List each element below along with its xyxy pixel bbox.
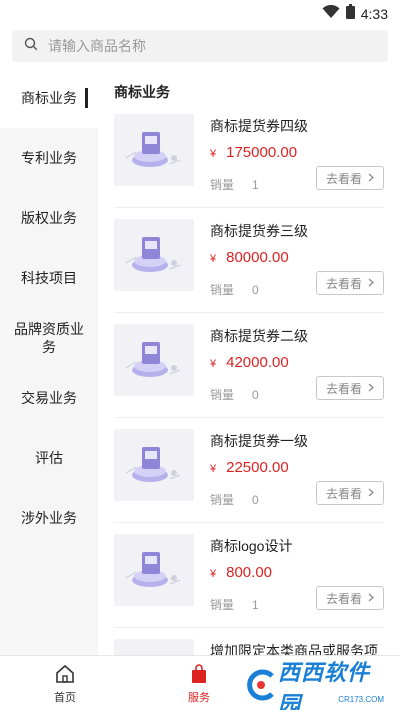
price-value: 800.00	[226, 564, 273, 581]
price-value: 22500.00	[226, 459, 289, 476]
product-card[interactable]: 商标提货券三级 ¥80000.00 销量 0 去看看	[114, 209, 384, 313]
sidebar-item-copyright[interactable]: 版权业务	[0, 188, 98, 248]
view-button-label: 去看看	[325, 276, 362, 291]
product-sales: 销量 1	[210, 176, 259, 193]
battery-icon	[345, 4, 355, 24]
product-image	[114, 639, 194, 655]
product-sales: 销量 1	[210, 596, 259, 613]
product-name: 商标提货券四级	[210, 118, 308, 134]
currency-symbol: ¥	[210, 253, 217, 265]
sales-label: 销量	[210, 178, 235, 192]
section-title: 商标业务	[114, 84, 170, 100]
product-card[interactable]: 商标logo设计 ¥800.00 销量 1 去看看	[114, 524, 384, 628]
search-bar[interactable]	[12, 30, 388, 62]
sales-count: 0	[252, 493, 259, 507]
product-image	[114, 219, 194, 291]
price-value: 175000.00	[226, 144, 298, 161]
sales-count: 0	[252, 283, 259, 297]
view-button-label: 去看看	[325, 591, 362, 606]
product-sales: 销量 0	[210, 491, 259, 508]
product-price: ¥175000.00	[210, 144, 297, 162]
sidebar-item-label: 科技项目	[21, 270, 77, 286]
chevron-right-icon	[368, 381, 374, 395]
product-card[interactable]: 增加限定本类商品或服务项	[114, 629, 384, 655]
chevron-right-icon	[368, 486, 374, 500]
sales-count: 1	[252, 598, 259, 612]
tab-home[interactable]: 首页	[30, 664, 100, 705]
view-button[interactable]: 去看看	[316, 481, 384, 505]
product-sales: 销量 0	[210, 386, 259, 403]
sidebar-item-label: 涉外业务	[21, 510, 77, 526]
sidebar-item-evaluation[interactable]: 评估	[0, 428, 98, 488]
currency-symbol: ¥	[210, 568, 217, 580]
product-image	[114, 534, 194, 606]
chevron-right-icon	[368, 276, 374, 290]
product-image	[114, 429, 194, 501]
product-sales: 销量 0	[210, 281, 259, 298]
view-button-label: 去看看	[325, 381, 362, 396]
sidebar-item-brand-qualification[interactable]: 品牌资质业务	[0, 308, 98, 368]
product-card[interactable]: 商标提货券四级 ¥175000.00 销量 1 去看看	[114, 104, 384, 208]
currency-symbol: ¥	[210, 463, 217, 475]
tab-service[interactable]: 服务	[164, 664, 234, 705]
sidebar-item-tech-project[interactable]: 科技项目	[0, 248, 98, 308]
price-value: 42000.00	[226, 354, 289, 371]
sidebar-item-label: 商标业务	[21, 90, 77, 106]
product-name: 商标提货券二级	[210, 328, 308, 344]
product-price: ¥800.00	[210, 564, 272, 582]
product-price: ¥42000.00	[210, 354, 289, 372]
watermark-logo-icon	[244, 668, 278, 707]
status-time: 4:33	[360, 6, 388, 22]
search-icon	[24, 37, 38, 56]
chevron-right-icon	[368, 591, 374, 605]
product-name: 商标提货券一级	[210, 433, 308, 449]
product-card[interactable]: 商标提货券二级 ¥42000.00 销量 0 去看看	[114, 314, 384, 418]
watermark-logo: 西西软件园 CR173.COM	[244, 660, 390, 710]
sales-label: 销量	[210, 598, 235, 612]
wifi-icon	[322, 4, 340, 24]
view-button[interactable]: 去看看	[316, 376, 384, 400]
sidebar-item-label: 交易业务	[21, 390, 77, 406]
sales-count: 1	[252, 178, 259, 192]
tab-home-label: 首页	[54, 692, 76, 704]
watermark-url: CR173.COM	[338, 695, 384, 704]
view-button-label: 去看看	[325, 486, 362, 501]
chevron-right-icon	[368, 171, 374, 185]
sidebar-item-foreign[interactable]: 涉外业务	[0, 488, 98, 548]
service-icon	[188, 664, 210, 687]
product-image	[114, 114, 194, 186]
product-image	[114, 324, 194, 396]
sidebar-item-transaction[interactable]: 交易业务	[0, 368, 98, 428]
product-price: ¥80000.00	[210, 249, 289, 267]
view-button[interactable]: 去看看	[316, 271, 384, 295]
view-button[interactable]: 去看看	[316, 166, 384, 190]
status-bar: 4:33	[0, 0, 400, 26]
product-name: 增加限定本类商品或服务项	[210, 643, 378, 655]
currency-symbol: ¥	[210, 148, 217, 160]
currency-symbol: ¥	[210, 358, 217, 370]
product-list-panel: 商标业务 商标提货券四级 ¥175000.00 销量 1 去看看 商标提货券三级…	[98, 68, 400, 655]
category-sidebar: 商标业务 专利业务 版权业务 科技项目 品牌资质业务 交易业务 评估 涉外业务	[0, 68, 98, 655]
product-name: 商标提货券三级	[210, 223, 308, 239]
view-button-label: 去看看	[325, 171, 362, 186]
sidebar-item-patent[interactable]: 专利业务	[0, 128, 98, 188]
sidebar-item-trademark[interactable]: 商标业务	[0, 68, 98, 128]
view-button[interactable]: 去看看	[316, 586, 384, 610]
sales-count: 0	[252, 388, 259, 402]
sales-label: 销量	[210, 283, 235, 297]
sidebar-item-label: 品牌资质业务	[14, 321, 84, 355]
product-name: 商标logo设计	[210, 538, 293, 554]
sidebar-item-label: 版权业务	[21, 210, 77, 226]
sales-label: 销量	[210, 493, 235, 507]
sidebar-item-label: 专利业务	[21, 150, 77, 166]
sales-label: 销量	[210, 388, 235, 402]
price-value: 80000.00	[226, 249, 289, 266]
status-indicators: 4:33	[322, 4, 388, 24]
home-icon	[54, 664, 76, 687]
product-price: ¥22500.00	[210, 459, 289, 477]
product-card[interactable]: 商标提货券一级 ¥22500.00 销量 0 去看看	[114, 419, 384, 523]
sidebar-item-label: 评估	[35, 450, 63, 466]
tab-service-label: 服务	[188, 692, 210, 704]
search-input[interactable]	[48, 38, 368, 54]
